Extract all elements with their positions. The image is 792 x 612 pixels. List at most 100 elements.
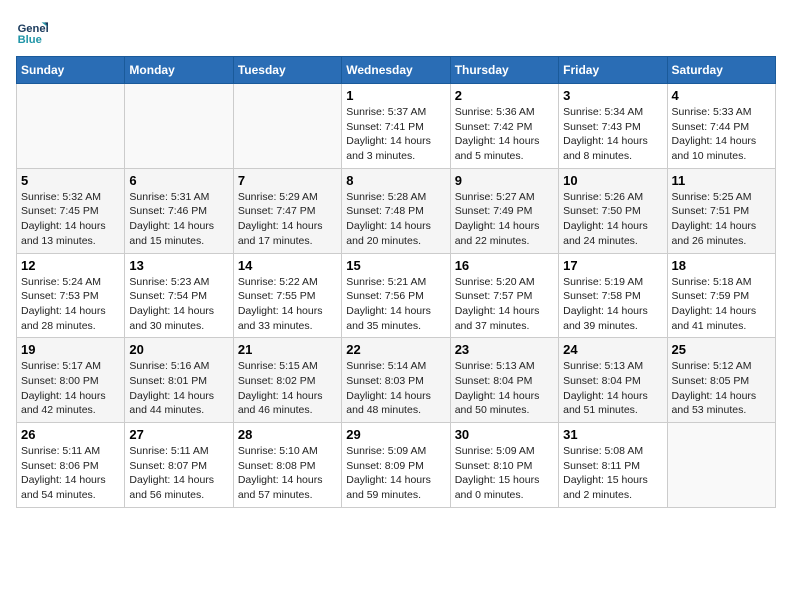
- calendar-cell: 6Sunrise: 5:31 AM Sunset: 7:46 PM Daylig…: [125, 168, 233, 253]
- calendar-cell: 31Sunrise: 5:08 AM Sunset: 8:11 PM Dayli…: [559, 423, 667, 508]
- calendar-cell: 25 Sunrise: 5:12 AM Sunset: 8:05 PM Dayli…: [667, 338, 775, 423]
- day-number: 19: [21, 342, 120, 357]
- day-number: 13: [129, 258, 228, 273]
- day-info: Sunrise: 5:16 AM Sunset: 8:01 PM Dayligh…: [129, 359, 228, 418]
- svg-text:Blue: Blue: [18, 34, 42, 46]
- calendar-cell: 22Sunrise: 5:14 AM Sunset: 8:03 PM Dayli…: [342, 338, 450, 423]
- day-info: Sunrise: 5:10 AM Sunset: 8:08 PM Dayligh…: [238, 444, 337, 503]
- calendar-cell: 24 Sunrise: 5:13 AM Sunset: 8:04 PM Dayli…: [559, 338, 667, 423]
- day-header-sunday: Sunday: [17, 57, 125, 84]
- day-info: Sunrise: 5:32 AM Sunset: 7:45 PM Dayligh…: [21, 190, 120, 249]
- week-row-2: 5 Sunrise: 5:32 AM Sunset: 7:45 PM Daylig…: [17, 168, 776, 253]
- calendar-table: SundayMondayTuesdayWednesdayThursdayFrid…: [16, 56, 776, 508]
- day-info: Sunrise: 5:36 AM Sunset: 7:42 PM Dayligh…: [455, 105, 554, 164]
- day-number: 11: [672, 173, 771, 188]
- day-number: 16: [455, 258, 554, 273]
- calendar-cell: [233, 84, 341, 169]
- day-number: 29: [346, 427, 445, 442]
- calendar-cell: 5 Sunrise: 5:32 AM Sunset: 7:45 PM Daylig…: [17, 168, 125, 253]
- day-info: Sunrise: 5:27 AM Sunset: 7:49 PM Dayligh…: [455, 190, 554, 249]
- calendar-cell: 4 Sunrise: 5:33 AM Sunset: 7:44 PM Daylig…: [667, 84, 775, 169]
- calendar-cell: [125, 84, 233, 169]
- day-number: 22: [346, 342, 445, 357]
- day-info: Sunrise: 5:11 AM Sunset: 8:07 PM Dayligh…: [129, 444, 228, 503]
- day-number: 31: [563, 427, 662, 442]
- day-info: Sunrise: 5:13 AM Sunset: 8:04 PM Dayligh…: [455, 359, 554, 418]
- day-info: Sunrise: 5:15 AM Sunset: 8:02 PM Dayligh…: [238, 359, 337, 418]
- calendar-cell: 12 Sunrise: 5:24 AM Sunset: 7:53 PM Dayli…: [17, 253, 125, 338]
- day-number: 17: [563, 258, 662, 273]
- calendar-cell: [17, 84, 125, 169]
- day-info: Sunrise: 5:26 AM Sunset: 7:50 PM Dayligh…: [563, 190, 662, 249]
- calendar-cell: 26 Sunrise: 5:11 AM Sunset: 8:06 PM Dayli…: [17, 423, 125, 508]
- day-header-wednesday: Wednesday: [342, 57, 450, 84]
- week-row-3: 12 Sunrise: 5:24 AM Sunset: 7:53 PM Dayli…: [17, 253, 776, 338]
- day-header-saturday: Saturday: [667, 57, 775, 84]
- day-info: Sunrise: 5:25 AM Sunset: 7:51 PM Dayligh…: [672, 190, 771, 249]
- calendar-cell: 3 Sunrise: 5:34 AM Sunset: 7:43 PM Daylig…: [559, 84, 667, 169]
- day-info: Sunrise: 5:23 AM Sunset: 7:54 PM Dayligh…: [129, 275, 228, 334]
- day-info: Sunrise: 5:29 AM Sunset: 7:47 PM Dayligh…: [238, 190, 337, 249]
- calendar-cell: 7 Sunrise: 5:29 AM Sunset: 7:47 PM Daylig…: [233, 168, 341, 253]
- week-row-5: 26 Sunrise: 5:11 AM Sunset: 8:06 PM Dayli…: [17, 423, 776, 508]
- calendar-cell: 23 Sunrise: 5:13 AM Sunset: 8:04 PM Dayli…: [450, 338, 558, 423]
- day-number: 14: [238, 258, 337, 273]
- day-number: 23: [455, 342, 554, 357]
- day-number: 26: [21, 427, 120, 442]
- calendar-cell: 1Sunrise: 5:37 AM Sunset: 7:41 PM Daylig…: [342, 84, 450, 169]
- day-info: Sunrise: 5:28 AM Sunset: 7:48 PM Dayligh…: [346, 190, 445, 249]
- logo-icon: General Blue: [16, 16, 48, 48]
- calendar-cell: 17 Sunrise: 5:19 AM Sunset: 7:58 PM Dayli…: [559, 253, 667, 338]
- svg-text:General: General: [18, 23, 48, 35]
- day-info: Sunrise: 5:24 AM Sunset: 7:53 PM Dayligh…: [21, 275, 120, 334]
- day-info: Sunrise: 5:17 AM Sunset: 8:00 PM Dayligh…: [21, 359, 120, 418]
- day-number: 4: [672, 88, 771, 103]
- calendar-cell: 11 Sunrise: 5:25 AM Sunset: 7:51 PM Dayli…: [667, 168, 775, 253]
- day-number: 30: [455, 427, 554, 442]
- day-info: Sunrise: 5:09 AM Sunset: 8:10 PM Dayligh…: [455, 444, 554, 503]
- day-number: 3: [563, 88, 662, 103]
- calendar-cell: 21 Sunrise: 5:15 AM Sunset: 8:02 PM Dayli…: [233, 338, 341, 423]
- day-number: 21: [238, 342, 337, 357]
- day-info: Sunrise: 5:20 AM Sunset: 7:57 PM Dayligh…: [455, 275, 554, 334]
- day-number: 5: [21, 173, 120, 188]
- day-number: 18: [672, 258, 771, 273]
- day-header-friday: Friday: [559, 57, 667, 84]
- calendar-cell: 8Sunrise: 5:28 AM Sunset: 7:48 PM Daylig…: [342, 168, 450, 253]
- calendar-cell: 29Sunrise: 5:09 AM Sunset: 8:09 PM Dayli…: [342, 423, 450, 508]
- day-number: 20: [129, 342, 228, 357]
- day-info: Sunrise: 5:12 AM Sunset: 8:05 PM Dayligh…: [672, 359, 771, 418]
- day-number: 10: [563, 173, 662, 188]
- day-number: 25: [672, 342, 771, 357]
- day-number: 2: [455, 88, 554, 103]
- calendar-cell: 27 Sunrise: 5:11 AM Sunset: 8:07 PM Dayli…: [125, 423, 233, 508]
- calendar-cell: 14 Sunrise: 5:22 AM Sunset: 7:55 PM Dayli…: [233, 253, 341, 338]
- calendar-cell: 28 Sunrise: 5:10 AM Sunset: 8:08 PM Dayli…: [233, 423, 341, 508]
- week-row-1: 1Sunrise: 5:37 AM Sunset: 7:41 PM Daylig…: [17, 84, 776, 169]
- logo: General Blue: [16, 16, 52, 48]
- day-number: 28: [238, 427, 337, 442]
- day-info: Sunrise: 5:34 AM Sunset: 7:43 PM Dayligh…: [563, 105, 662, 164]
- day-header-thursday: Thursday: [450, 57, 558, 84]
- day-number: 27: [129, 427, 228, 442]
- calendar-cell: 15Sunrise: 5:21 AM Sunset: 7:56 PM Dayli…: [342, 253, 450, 338]
- day-info: Sunrise: 5:13 AM Sunset: 8:04 PM Dayligh…: [563, 359, 662, 418]
- calendar-cell: 18Sunrise: 5:18 AM Sunset: 7:59 PM Dayli…: [667, 253, 775, 338]
- day-info: Sunrise: 5:22 AM Sunset: 7:55 PM Dayligh…: [238, 275, 337, 334]
- calendar-cell: 2 Sunrise: 5:36 AM Sunset: 7:42 PM Daylig…: [450, 84, 558, 169]
- day-number: 24: [563, 342, 662, 357]
- day-info: Sunrise: 5:33 AM Sunset: 7:44 PM Dayligh…: [672, 105, 771, 164]
- day-info: Sunrise: 5:31 AM Sunset: 7:46 PM Dayligh…: [129, 190, 228, 249]
- calendar-cell: 16 Sunrise: 5:20 AM Sunset: 7:57 PM Dayli…: [450, 253, 558, 338]
- day-info: Sunrise: 5:37 AM Sunset: 7:41 PM Dayligh…: [346, 105, 445, 164]
- day-header-monday: Monday: [125, 57, 233, 84]
- calendar-cell: [667, 423, 775, 508]
- day-number: 12: [21, 258, 120, 273]
- days-header-row: SundayMondayTuesdayWednesdayThursdayFrid…: [17, 57, 776, 84]
- day-header-tuesday: Tuesday: [233, 57, 341, 84]
- day-info: Sunrise: 5:19 AM Sunset: 7:58 PM Dayligh…: [563, 275, 662, 334]
- day-number: 7: [238, 173, 337, 188]
- day-info: Sunrise: 5:21 AM Sunset: 7:56 PM Dayligh…: [346, 275, 445, 334]
- calendar-cell: 10 Sunrise: 5:26 AM Sunset: 7:50 PM Dayli…: [559, 168, 667, 253]
- day-info: Sunrise: 5:11 AM Sunset: 8:06 PM Dayligh…: [21, 444, 120, 503]
